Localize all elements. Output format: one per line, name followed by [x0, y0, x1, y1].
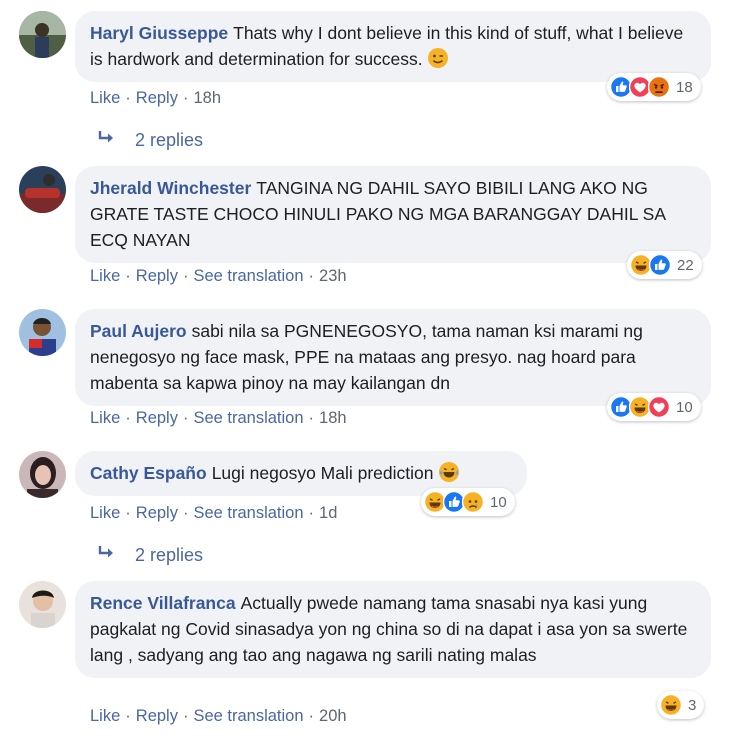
see-translation-link[interactable]: See translation	[193, 707, 303, 725]
reply-button[interactable]: Reply	[136, 707, 178, 725]
wink-emoji-icon	[426, 47, 449, 69]
reaction-count: 3	[688, 696, 697, 714]
replies-label[interactable]: 2 replies	[135, 545, 203, 566]
sad-icon	[462, 491, 484, 513]
like-button[interactable]: Like	[90, 707, 120, 725]
reaction-summary[interactable]: 10	[607, 393, 701, 421]
comment-bubble: Paul Aujero sabi nila sa PGNENEGOSYO, tam…	[75, 309, 711, 406]
comment-actions: Like · Reply · See translation · 23h	[90, 267, 347, 285]
tears-of-joy-emoji-icon	[437, 461, 460, 483]
reply-button[interactable]: Reply	[136, 89, 178, 107]
comment-author[interactable]: Cathy Españo	[90, 463, 207, 483]
timestamp[interactable]: 18h	[319, 409, 347, 427]
reply-button[interactable]: Reply	[136, 267, 178, 285]
timestamp[interactable]: 18h	[193, 89, 221, 107]
like-button[interactable]: Like	[90, 267, 120, 285]
see-translation-link[interactable]: See translation	[193, 504, 303, 522]
reply-button[interactable]: Reply	[136, 409, 178, 427]
comment-author[interactable]: Paul Aujero	[90, 321, 187, 341]
reaction-summary[interactable]: 18	[607, 73, 701, 101]
reply-button[interactable]: Reply	[136, 504, 178, 522]
avatar[interactable]	[19, 581, 66, 628]
reaction-summary[interactable]: 10	[421, 488, 515, 516]
comment-text: Lugi negosyo Mali prediction	[211, 463, 434, 483]
haha-icon	[660, 694, 682, 716]
comment-author[interactable]: Haryl Giusseppe	[90, 23, 228, 43]
reaction-count: 10	[490, 493, 507, 511]
angry-icon	[648, 76, 670, 98]
like-button[interactable]: Like	[90, 409, 120, 427]
see-translation-link[interactable]: See translation	[193, 409, 303, 427]
avatar[interactable]	[19, 11, 66, 58]
like-button[interactable]: Like	[90, 89, 120, 107]
timestamp[interactable]: 1d	[319, 504, 337, 522]
reaction-summary[interactable]: 3	[657, 691, 705, 719]
avatar[interactable]	[19, 166, 66, 213]
comment-bubble: Rence Villafranca Actually pwede namang t…	[75, 581, 711, 678]
reaction-count: 22	[677, 256, 694, 274]
comment-actions: Like · Reply · See translation · 1d	[90, 504, 338, 522]
reply-arrow-icon	[97, 545, 115, 566]
comment-author[interactable]: Rence Villafranca	[90, 593, 236, 613]
timestamp[interactable]: 23h	[319, 267, 347, 285]
like-button[interactable]: Like	[90, 504, 120, 522]
reaction-summary[interactable]: 22	[627, 251, 702, 279]
love-icon	[648, 396, 670, 418]
comment-actions: Like · Reply · See translation · 20h	[90, 707, 347, 725]
comment-actions: Like · Reply · See translation · 18h	[90, 409, 347, 427]
replies-label[interactable]: 2 replies	[135, 130, 203, 151]
reply-arrow-icon	[97, 130, 115, 151]
like-icon	[649, 254, 671, 276]
view-replies-link[interactable]: 2 replies	[97, 545, 203, 566]
comment-bubble: Jherald Winchester TANGINA NG DAHIL SAYO …	[75, 166, 711, 263]
comment-actions: Like · Reply · 18h	[90, 89, 221, 107]
see-translation-link[interactable]: See translation	[193, 267, 303, 285]
reaction-count: 18	[676, 78, 693, 96]
timestamp[interactable]: 20h	[319, 707, 347, 725]
comment-bubble: Haryl Giusseppe Thats why I dont believe …	[75, 11, 711, 82]
reaction-count: 10	[676, 398, 693, 416]
avatar[interactable]	[19, 309, 66, 356]
comment-author[interactable]: Jherald Winchester	[90, 178, 251, 198]
avatar[interactable]	[19, 451, 66, 498]
view-replies-link[interactable]: 2 replies	[97, 130, 203, 151]
